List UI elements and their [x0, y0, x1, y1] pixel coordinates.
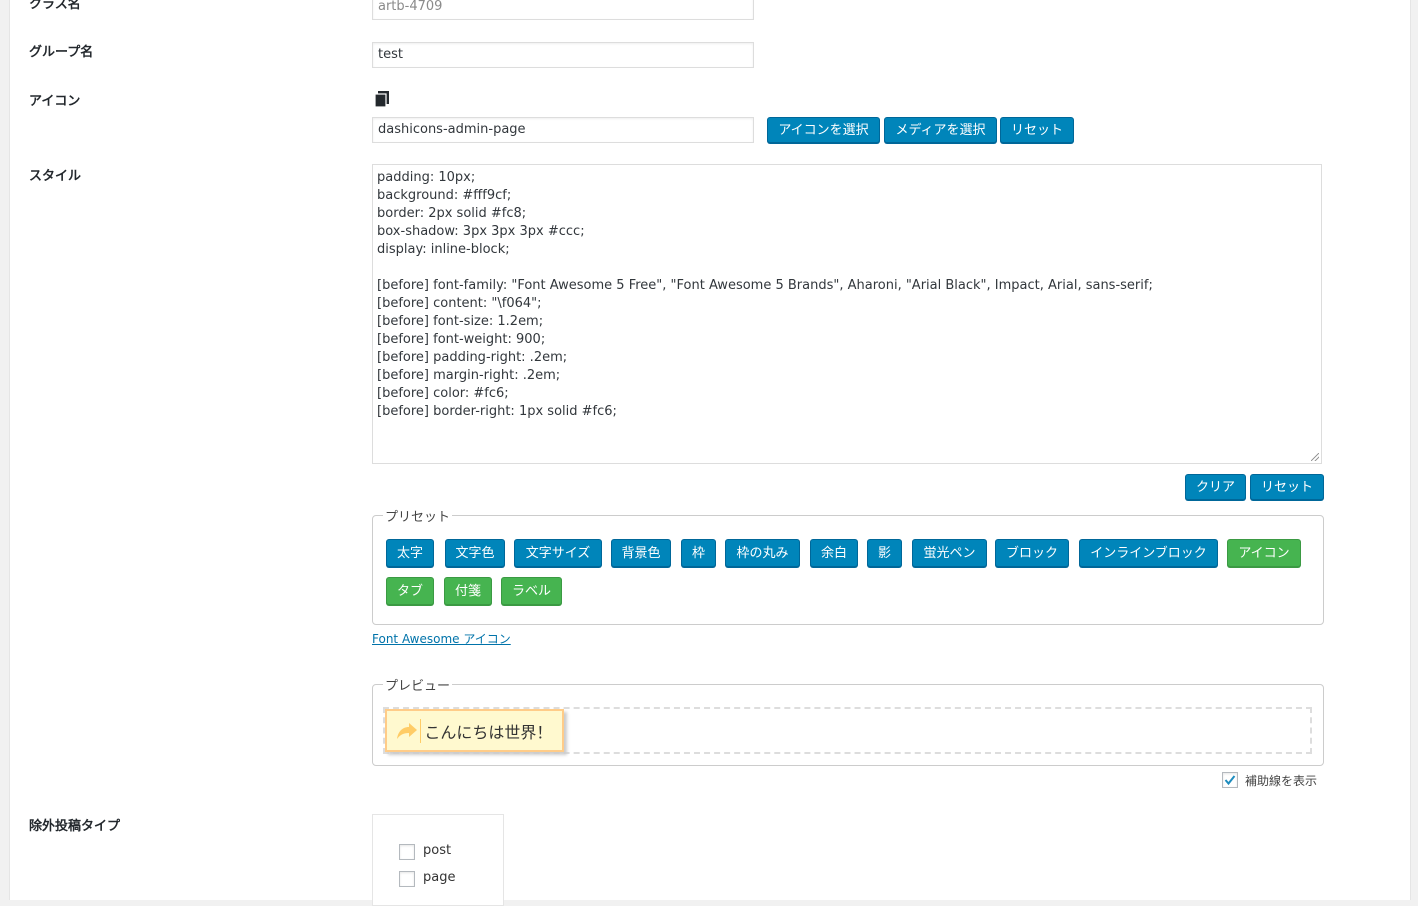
- style-textarea-text: padding: 10px; background: #fff9cf; bord…: [377, 170, 1153, 419]
- guide-checkbox[interactable]: [1222, 772, 1238, 788]
- icon-reset-button[interactable]: リセット: [1000, 117, 1074, 143]
- admin-page-icon: [374, 91, 389, 108]
- style-clear-button[interactable]: クリア: [1185, 474, 1246, 500]
- icon-label: アイコン: [29, 94, 81, 109]
- preset-button[interactable]: ラベル: [501, 577, 562, 605]
- preview-sample-text: こんにちは世界！: [424, 722, 553, 742]
- post-type-page-checkbox[interactable]: [399, 871, 415, 887]
- style-label: スタイル: [29, 169, 82, 184]
- post-types-box: [372, 814, 504, 906]
- style-textarea[interactable]: padding: 10px; background: #fff9cf; bord…: [372, 164, 1322, 464]
- select-icon-button[interactable]: アイコンを選択: [767, 117, 880, 143]
- share-arrow-icon: [397, 718, 422, 743]
- preset-button[interactable]: 影: [867, 539, 902, 567]
- preset-button[interactable]: 余白: [810, 539, 858, 567]
- preset-button[interactable]: 太字: [386, 539, 434, 567]
- preset-button[interactable]: 背景色: [611, 539, 671, 567]
- check-icon: [1224, 775, 1236, 786]
- preset-button[interactable]: ブロック: [995, 539, 1069, 567]
- preset-button[interactable]: 蛍光ペン: [912, 539, 987, 567]
- group-name-label: グループ名: [29, 45, 94, 60]
- post-type-page-label: page: [423, 870, 456, 885]
- icon-input[interactable]: dashicons-admin-page: [372, 117, 754, 143]
- preset-button[interactable]: タブ: [386, 577, 434, 605]
- group-name-input[interactable]: test: [372, 42, 754, 68]
- post-type-post-checkbox[interactable]: [399, 844, 415, 860]
- class-name-input[interactable]: artb-4709: [372, 0, 754, 20]
- font-awesome-link[interactable]: Font Awesome アイコン: [372, 630, 511, 647]
- preset-button[interactable]: インラインブロック: [1079, 539, 1218, 567]
- presets-legend: プリセット: [385, 510, 451, 525]
- preview-sample: こんにちは世界！: [385, 709, 565, 752]
- preset-button[interactable]: 枠の丸み: [725, 539, 800, 567]
- resize-handle[interactable]: [1311, 453, 1319, 461]
- post-type-post-label: post: [423, 843, 452, 858]
- preset-button[interactable]: 文字サイズ: [514, 539, 602, 567]
- style-reset-button[interactable]: リセット: [1250, 474, 1324, 500]
- class-name-label: クラス名: [29, 0, 81, 12]
- preview-legend: プレビュー: [385, 679, 451, 694]
- preset-button[interactable]: 枠: [681, 539, 716, 567]
- exclude-post-types-label: 除外投稿タイプ: [29, 819, 121, 834]
- preset-button[interactable]: アイコン: [1227, 539, 1301, 567]
- preset-button[interactable]: 文字色: [445, 539, 505, 567]
- select-media-button[interactable]: メディアを選択: [884, 117, 997, 143]
- guide-checkbox-label: 補助線を表示: [1245, 774, 1318, 788]
- preset-button[interactable]: 付箋: [444, 577, 492, 605]
